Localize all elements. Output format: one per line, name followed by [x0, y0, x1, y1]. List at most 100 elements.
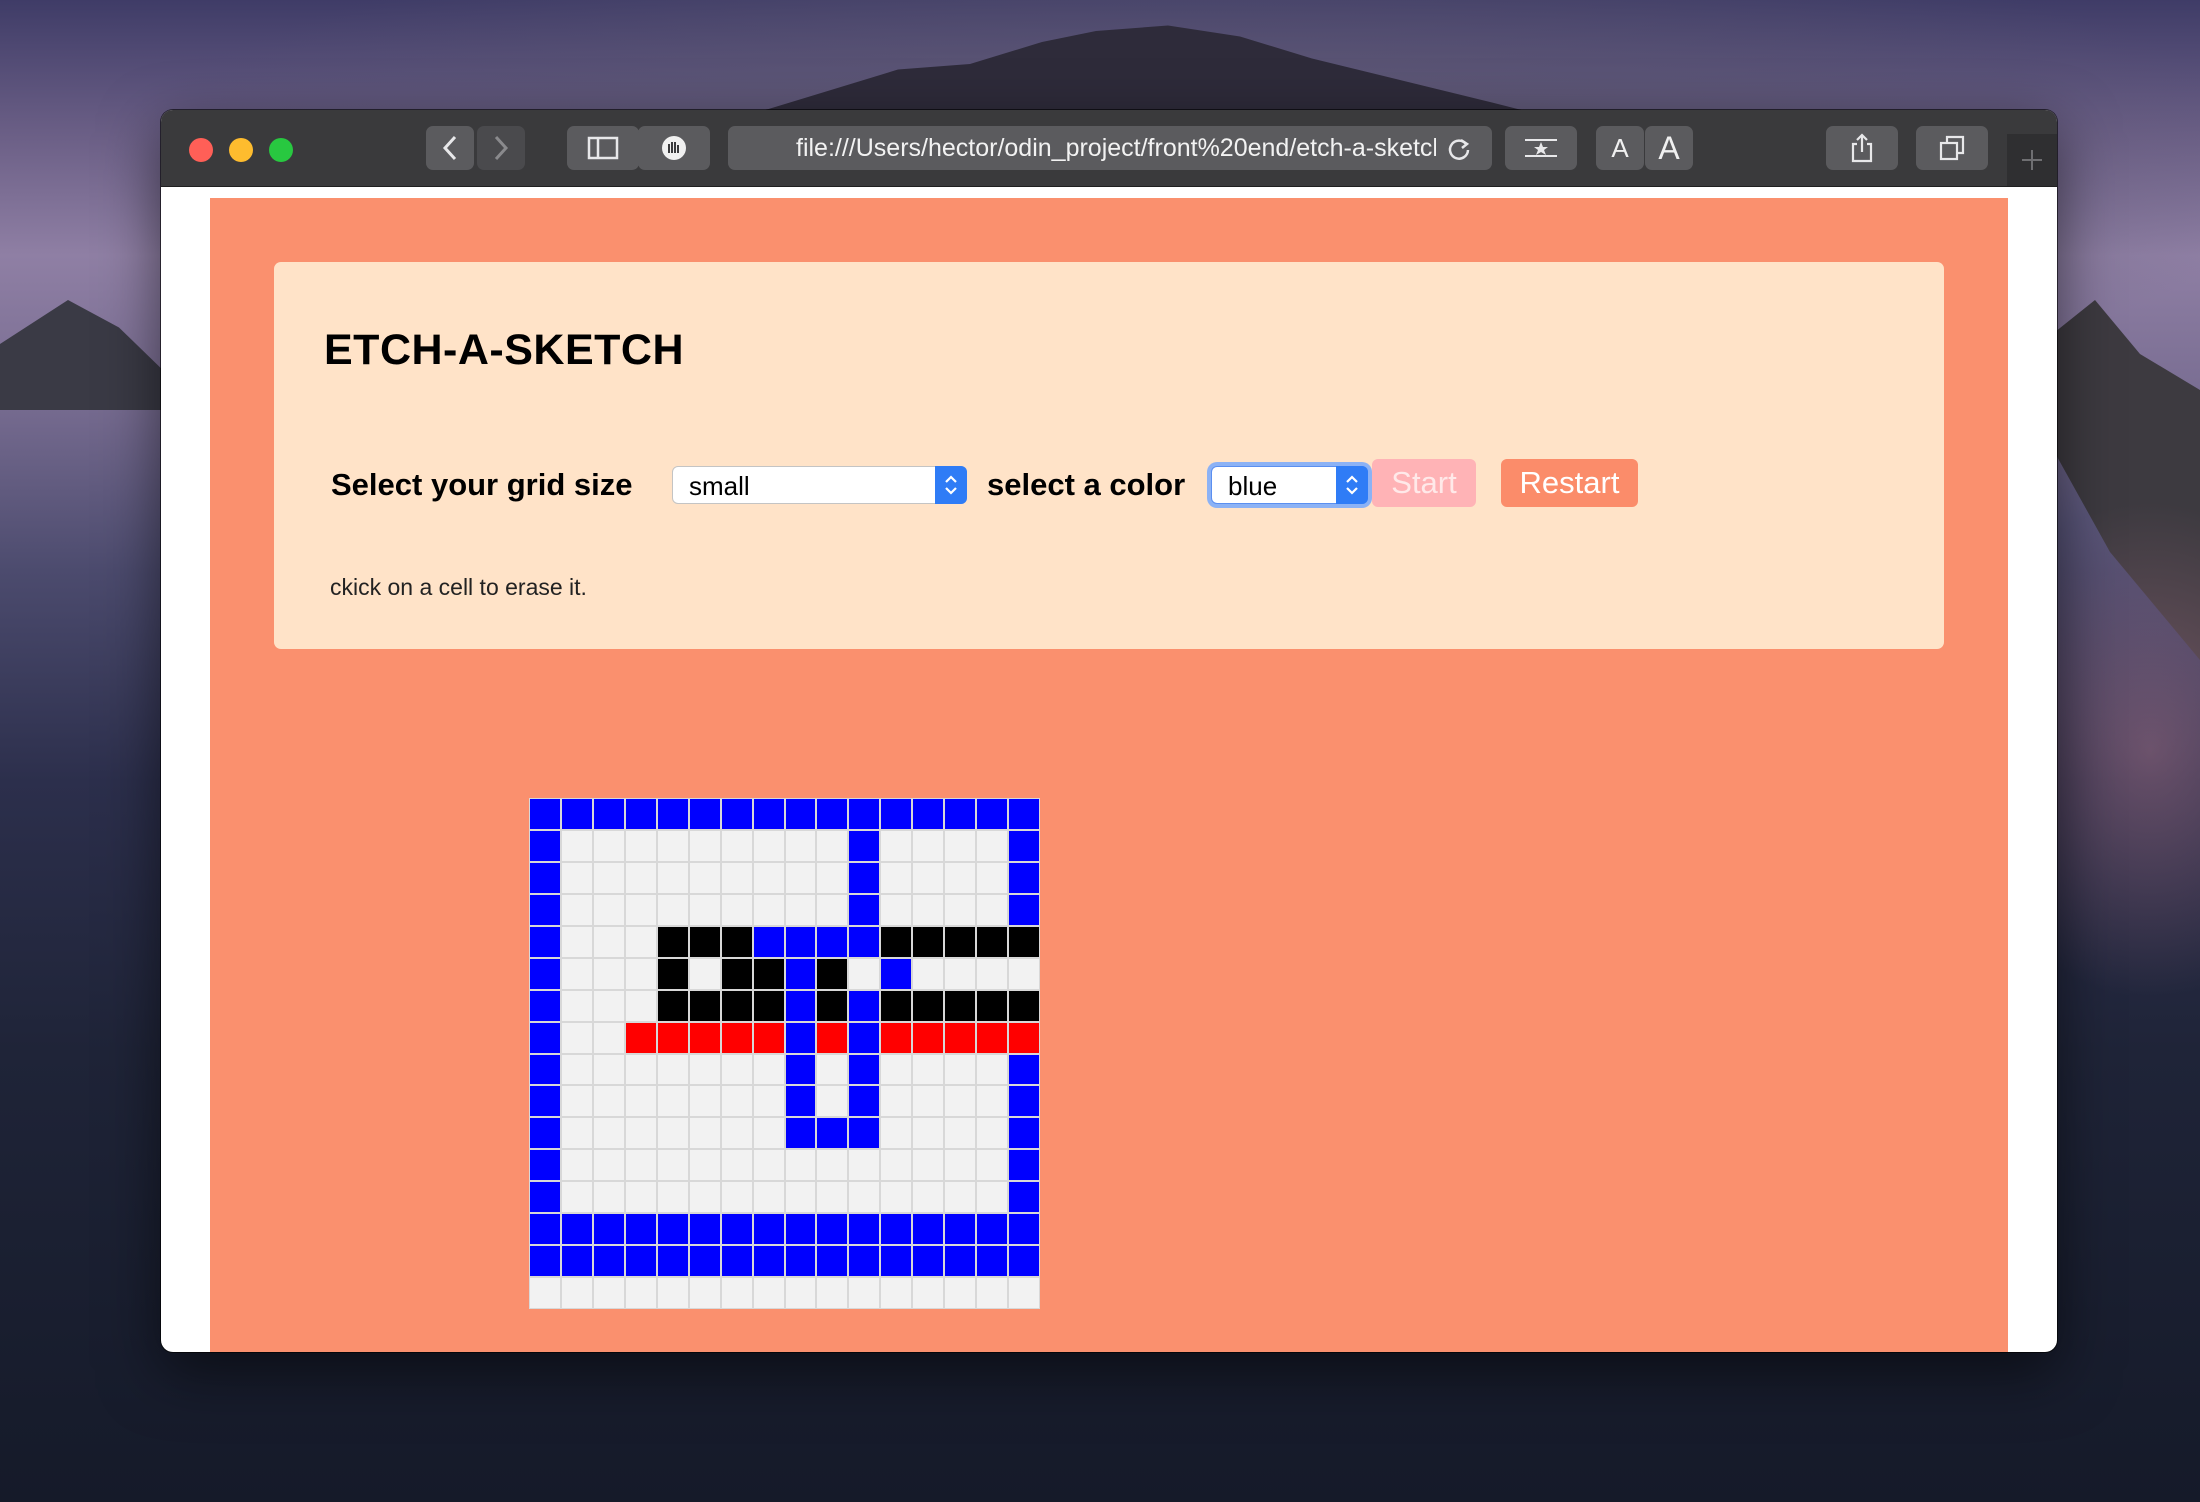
grid-cell[interactable]	[561, 958, 592, 989]
grid-cell[interactable]	[881, 1214, 912, 1245]
grid-cell[interactable]	[657, 1118, 688, 1149]
grid-cell[interactable]	[530, 926, 560, 957]
grid-cell[interactable]	[721, 1150, 752, 1181]
grid-cell[interactable]	[561, 1086, 592, 1117]
grid-cell[interactable]	[945, 894, 976, 925]
grid-cell[interactable]	[753, 1118, 784, 1149]
sidebar-button[interactable]	[567, 126, 639, 170]
grid-cell[interactable]	[977, 1022, 1008, 1053]
grid-cell[interactable]	[593, 894, 624, 925]
grid-cell[interactable]	[530, 990, 560, 1021]
new-tab-button[interactable]	[2007, 134, 2057, 186]
grid-cell[interactable]	[657, 926, 688, 957]
grid-cell[interactable]	[657, 1086, 688, 1117]
grid-cell[interactable]	[977, 990, 1008, 1021]
grid-cell[interactable]	[1009, 990, 1039, 1021]
grid-cell[interactable]	[657, 1214, 688, 1245]
grid-cell[interactable]	[657, 990, 688, 1021]
grid-cell[interactable]	[689, 1214, 720, 1245]
grid-cell[interactable]	[721, 926, 752, 957]
grid-cell[interactable]	[913, 1022, 944, 1053]
grid-cell[interactable]	[1009, 1150, 1039, 1181]
grid-cell[interactable]	[593, 990, 624, 1021]
grid-cell[interactable]	[977, 1086, 1008, 1117]
grid-cell[interactable]	[530, 1246, 560, 1277]
grid-cell[interactable]	[721, 1022, 752, 1053]
grid-cell[interactable]	[593, 1214, 624, 1245]
grid-cell[interactable]	[657, 1022, 688, 1053]
grid-cell[interactable]	[977, 799, 1008, 829]
grid-cell[interactable]	[913, 926, 944, 957]
grid-cell[interactable]	[785, 1278, 816, 1308]
grid-cell[interactable]	[753, 1150, 784, 1181]
grid-cell[interactable]	[785, 990, 816, 1021]
grid-cell[interactable]	[593, 1246, 624, 1277]
grid-cell[interactable]	[849, 1214, 880, 1245]
grid-cell[interactable]	[913, 990, 944, 1021]
grid-cell[interactable]	[785, 1054, 816, 1085]
grid-cell[interactable]	[945, 1022, 976, 1053]
grid-cell[interactable]	[689, 830, 720, 861]
grid-cell[interactable]	[625, 1182, 656, 1213]
grid-cell[interactable]	[689, 1118, 720, 1149]
grid-cell[interactable]	[849, 1278, 880, 1308]
grid-cell[interactable]	[913, 1182, 944, 1213]
grid-cell[interactable]	[625, 958, 656, 989]
grid-cell[interactable]	[561, 1182, 592, 1213]
grid-cell[interactable]	[1009, 830, 1039, 861]
grid-cell[interactable]	[849, 1118, 880, 1149]
grid-cell[interactable]	[593, 830, 624, 861]
address-bar[interactable]: file:///Users/hector/odin_project/front%…	[728, 126, 1492, 170]
grid-cell[interactable]	[1009, 926, 1039, 957]
grid-cell[interactable]	[625, 830, 656, 861]
grid-cell[interactable]	[881, 799, 912, 829]
grid-cell[interactable]	[753, 830, 784, 861]
grid-cell[interactable]	[561, 799, 592, 829]
reload-icon[interactable]	[1446, 136, 1472, 162]
grid-cell[interactable]	[561, 1118, 592, 1149]
grid-cell[interactable]	[721, 1278, 752, 1308]
grid-cell[interactable]	[689, 1246, 720, 1277]
grid-cell[interactable]	[561, 1214, 592, 1245]
grid-cell[interactable]	[785, 1118, 816, 1149]
grid-cell[interactable]	[689, 862, 720, 893]
grid-cell[interactable]	[881, 990, 912, 1021]
grid-cell[interactable]	[913, 862, 944, 893]
grid-cell[interactable]	[945, 862, 976, 893]
grid-cell[interactable]	[881, 926, 912, 957]
grid-cell[interactable]	[881, 1086, 912, 1117]
grid-cell[interactable]	[977, 894, 1008, 925]
grid-cell[interactable]	[817, 1086, 848, 1117]
grid-cell[interactable]	[721, 1246, 752, 1277]
grid-cell[interactable]	[913, 1246, 944, 1277]
color-select[interactable]: blue	[1211, 466, 1368, 504]
grid-cell[interactable]	[1009, 1182, 1039, 1213]
grid-cell[interactable]	[689, 926, 720, 957]
grid-cell[interactable]	[881, 830, 912, 861]
grid-cell[interactable]	[721, 894, 752, 925]
grid-cell[interactable]	[945, 1118, 976, 1149]
grid-cell[interactable]	[530, 1214, 560, 1245]
grid-cell[interactable]	[753, 958, 784, 989]
grid-cell[interactable]	[1009, 1214, 1039, 1245]
grid-cell[interactable]	[1009, 1022, 1039, 1053]
grid-cell[interactable]	[593, 1150, 624, 1181]
grid-cell[interactable]	[881, 958, 912, 989]
grid-cell[interactable]	[881, 1182, 912, 1213]
grid-cell[interactable]	[593, 926, 624, 957]
grid-cell[interactable]	[849, 1182, 880, 1213]
grid-cell[interactable]	[689, 990, 720, 1021]
grid-cell[interactable]	[689, 1150, 720, 1181]
grid-cell[interactable]	[1009, 1246, 1039, 1277]
grid-cell[interactable]	[785, 862, 816, 893]
grid-cell[interactable]	[753, 799, 784, 829]
grid-cell[interactable]	[530, 1182, 560, 1213]
grid-cell[interactable]	[785, 1214, 816, 1245]
grid-cell[interactable]	[817, 894, 848, 925]
grid-cell[interactable]	[561, 1246, 592, 1277]
grid-cell[interactable]	[657, 1150, 688, 1181]
grid-cell[interactable]	[817, 1150, 848, 1181]
grid-cell[interactable]	[913, 830, 944, 861]
grid-cell[interactable]	[785, 1086, 816, 1117]
reader-button[interactable]	[1505, 126, 1577, 170]
